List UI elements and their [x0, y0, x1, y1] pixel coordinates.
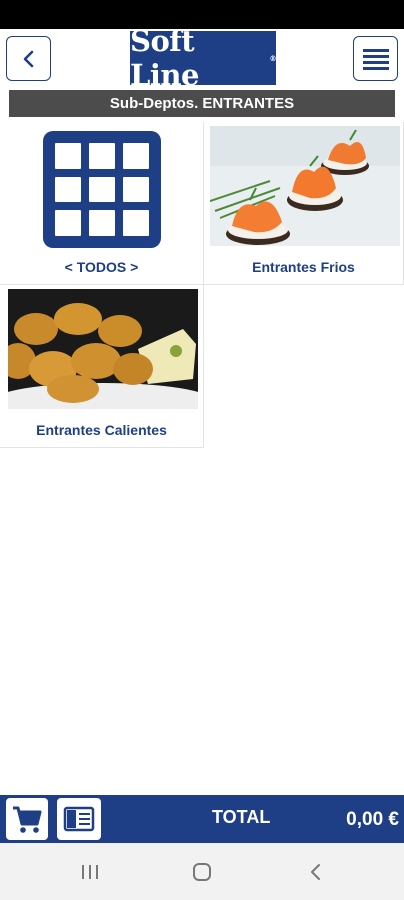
screen: Soft Line ® Sub-Deptos. ENTRANTES < TODOS…	[0, 0, 404, 900]
grid-icon	[43, 131, 161, 248]
recents-button[interactable]	[70, 857, 110, 887]
section-title-bar: Sub-Deptos. ENTRANTES	[9, 90, 395, 117]
footer-bar: TOTAL 0,00 €	[0, 795, 404, 843]
salmon-canapes-photo	[210, 126, 400, 246]
logo-registered-mark: ®	[269, 53, 277, 63]
tile-entrantes-frios[interactable]: Entrantes Frios	[204, 122, 404, 285]
tile-label: Entrantes Calientes	[36, 422, 167, 438]
ticket-button[interactable]	[57, 798, 101, 840]
back-button[interactable]	[6, 36, 51, 81]
back-icon	[311, 864, 320, 880]
app-header: Soft Line ®	[0, 24, 404, 92]
logo: Soft Line ®	[130, 24, 277, 92]
hamburger-menu-icon	[362, 48, 389, 70]
cart-icon	[13, 806, 42, 833]
cart-button[interactable]	[6, 798, 48, 840]
logo-text: Soft Line	[130, 24, 199, 92]
recents-icon	[82, 865, 98, 879]
total-label: TOTAL	[212, 807, 271, 827]
total-value: 0,00 €	[346, 809, 399, 830]
home-button[interactable]	[182, 857, 222, 887]
nav-back-button[interactable]	[296, 857, 336, 887]
ticket-icon	[63, 806, 95, 832]
menu-button[interactable]	[353, 36, 398, 81]
tile-label: Entrantes Frios	[252, 259, 355, 275]
system-nav-bar	[0, 843, 404, 900]
tile-entrantes-calientes[interactable]: Entrantes Calientes	[0, 285, 204, 448]
croquettes-photo	[8, 289, 198, 409]
chevron-left-icon	[23, 50, 33, 67]
tile-label: < TODOS >	[64, 259, 139, 275]
home-icon	[193, 863, 211, 881]
tile-todos[interactable]: < TODOS >	[0, 122, 204, 285]
